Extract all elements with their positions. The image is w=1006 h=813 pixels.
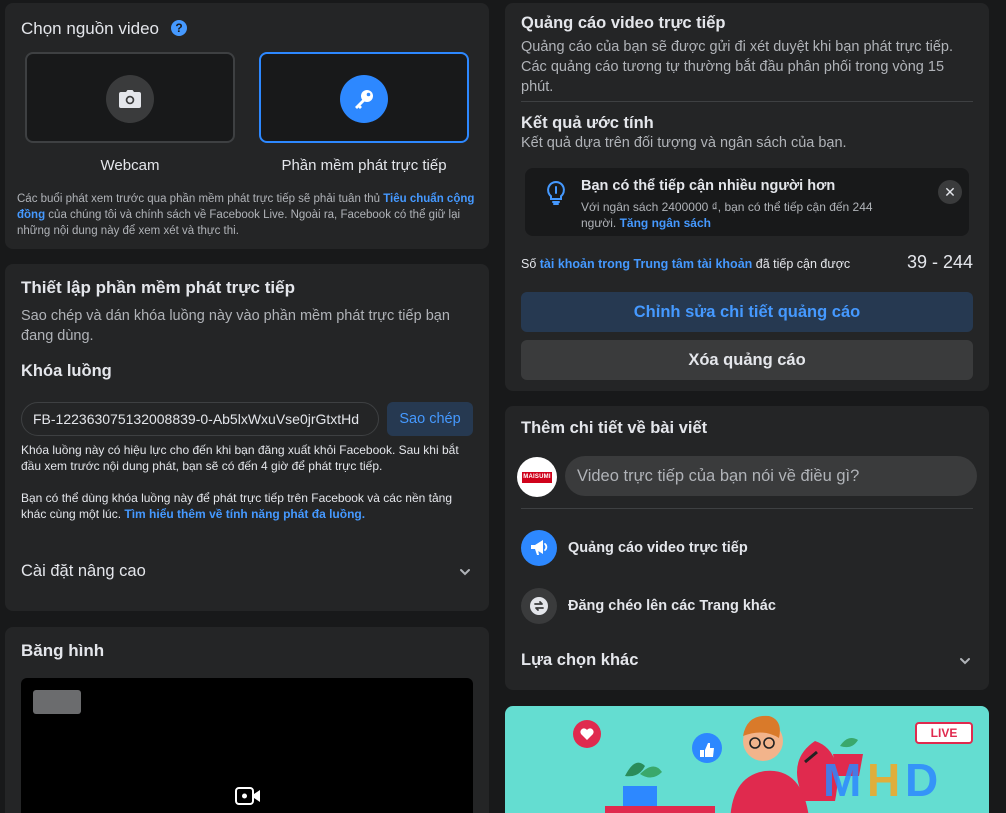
streaming-setup-card: Thiết lập phần mềm phát trực tiếp Sao ch…	[5, 264, 489, 611]
setup-title: Thiết lập phần mềm phát trực tiếp	[21, 278, 295, 297]
live-video-ad-card: Quảng cáo video trực tiếp Quảng cáo của …	[505, 3, 989, 391]
reach-label: Số tài khoản trong Trung tâm tài khoản đ…	[521, 257, 850, 271]
advanced-settings-toggle[interactable]: Cài đặt nâng cao	[21, 562, 473, 586]
key-icon	[340, 75, 388, 123]
tip-title: Bạn có thể tiếp cận nhiều người hơn	[581, 178, 836, 194]
reach-value: 39 - 244	[906, 252, 973, 272]
multistream-note: Bạn có thể dùng khóa luồng này để phát t…	[21, 490, 479, 522]
estimate-title: Kết quả ước tính	[521, 114, 654, 132]
multistream-learn-more-link[interactable]: Tìm hiểu thêm về tính năng phát đa luồng…	[124, 507, 365, 521]
reach-row: Số tài khoản trong Trung tâm tài khoản đ…	[521, 252, 973, 276]
avatar-logo: MAISUMI	[522, 471, 552, 483]
stream-key-input[interactable]	[21, 402, 379, 436]
chevron-down-icon	[957, 653, 973, 669]
reach-label-suffix: đã tiếp cận được	[752, 257, 851, 271]
source-policy-note: Các buổi phát xem trước qua phần mềm phá…	[17, 191, 477, 239]
stream-key-title: Khóa luồng	[21, 362, 112, 380]
video-source-title: Chọn nguồn video	[21, 19, 160, 38]
preview-title: Băng hình	[21, 641, 105, 660]
source-note-text-end: của chúng tôi và chính sách về Facebook …	[17, 209, 461, 237]
more-options-label: Lựa chọn khác	[521, 651, 639, 669]
live-video-ad-option[interactable]: Quảng cáo video trực tiếp	[521, 528, 973, 568]
streaming-software-option[interactable]	[259, 52, 469, 143]
help-icon[interactable]: ?	[171, 20, 187, 36]
post-details-card: Thêm chi tiết về bài viết MAISUMI Quảng …	[505, 406, 989, 690]
setup-description: Sao chép và dán khóa luồng này vào phần …	[21, 308, 450, 344]
crosspost-option[interactable]: Đăng chéo lên các Trang khác	[521, 586, 973, 626]
advanced-settings-label: Cài đặt nâng cao	[21, 562, 146, 580]
stream-key-note: Khóa luồng này có hiệu lực cho đến khi b…	[21, 443, 459, 473]
increase-budget-link[interactable]: Tăng ngân sách	[620, 216, 711, 230]
edit-ad-button[interactable]: Chỉnh sửa chi tiết quảng cáo	[521, 292, 973, 332]
ad-title: Quảng cáo video trực tiếp	[521, 14, 726, 32]
lightbulb-icon	[545, 180, 567, 206]
camera-icon	[106, 75, 154, 123]
live-illustration: M H D LIVE	[505, 706, 989, 813]
reach-label-prefix: Số	[521, 257, 540, 271]
video-preview	[21, 678, 473, 813]
estimate-description: Kết quả dựa trên đối tượng và ngân sách …	[521, 135, 847, 151]
video-source-card: Chọn nguồn video ? Webcam Phần mềm phát …	[5, 3, 489, 249]
source-note-text: Các buổi phát xem trước qua phần mềm phá…	[17, 193, 384, 205]
webcam-label: Webcam	[100, 157, 160, 174]
streaming-software-label: Phần mềm phát trực tiếp	[281, 157, 447, 174]
divider	[521, 101, 973, 102]
crosspost-label: Đăng chéo lên các Trang khác	[568, 598, 776, 614]
chevron-down-icon	[457, 564, 473, 580]
avatar: MAISUMI	[517, 457, 557, 497]
crosspost-icon	[521, 588, 557, 624]
live-video-ad-label: Quảng cáo video trực tiếp	[568, 540, 748, 556]
divider	[521, 508, 973, 509]
delete-ad-button[interactable]: Xóa quảng cáo	[521, 340, 973, 380]
copy-key-button[interactable]: Sao chép	[387, 402, 473, 436]
svg-text:M: M	[823, 754, 861, 806]
webcam-option[interactable]	[25, 52, 235, 143]
reach-tip-box: Bạn có thể tiếp cận nhiều người hơn Với …	[525, 168, 969, 236]
more-options-toggle[interactable]: Lựa chọn khác	[521, 651, 973, 675]
svg-text:H: H	[867, 754, 900, 806]
live-badge: LIVE	[915, 722, 973, 744]
tip-body: Với ngân sách 2400000 ₫, bạn có thể tiếp…	[581, 199, 911, 231]
post-details-title: Thêm chi tiết về bài viết	[521, 419, 708, 437]
ad-description: Quảng cáo của bạn sẽ được gửi đi xét duy…	[521, 39, 953, 95]
video-camera-icon	[235, 785, 261, 807]
preview-status-badge	[33, 690, 81, 714]
close-icon[interactable]: ✕	[938, 180, 962, 204]
accounts-center-link[interactable]: tài khoản trong Trung tâm tài khoản	[540, 257, 753, 271]
post-description-input[interactable]	[565, 456, 977, 496]
megaphone-icon	[521, 530, 557, 566]
svg-text:D: D	[905, 754, 938, 806]
preview-card: Băng hình	[5, 627, 489, 813]
